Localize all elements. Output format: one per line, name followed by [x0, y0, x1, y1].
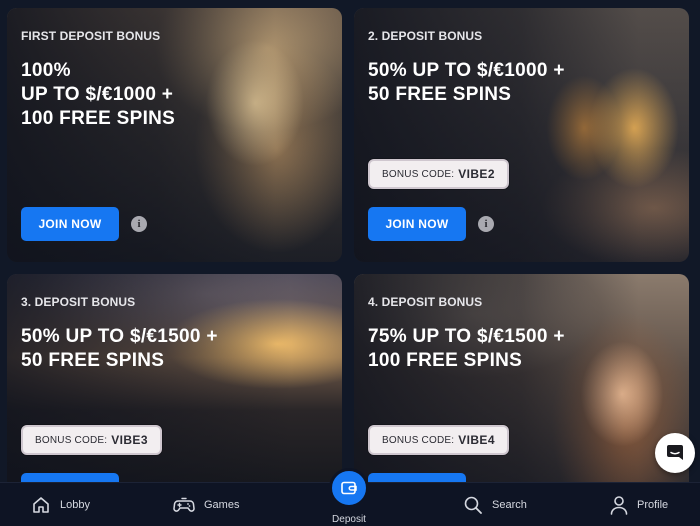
- info-icon[interactable]: i: [478, 216, 494, 232]
- bonus-card-label: 3. DEPOSIT BONUS: [21, 295, 136, 309]
- bonus-card-label: FIRST DEPOSIT BONUS: [21, 29, 161, 43]
- wallet-icon: [341, 481, 357, 495]
- nav-label: Profile: [637, 499, 669, 511]
- bonus-code-label: BONUS CODE:: [382, 434, 455, 446]
- search-icon: [464, 496, 482, 514]
- nav-label: Deposit: [332, 514, 366, 525]
- headline-line: 50 FREE SPINS: [21, 350, 165, 371]
- nav-item-lobby[interactable]: Lobby: [31, 483, 90, 526]
- chat-icon: [667, 445, 683, 460]
- bonus-code-label: BONUS CODE:: [35, 434, 108, 446]
- home-icon: [33, 497, 49, 513]
- headline-line: 50% UP TO $/€1000 +: [368, 60, 565, 81]
- bonus-card-headline: 75% UP TO $/€1500 + 100 FREE SPINS: [368, 325, 565, 373]
- bonus-code-pill[interactable]: BONUS CODE: VIBE2: [368, 159, 509, 189]
- headline-line: 50 FREE SPINS: [368, 84, 512, 105]
- bonus-code-pill[interactable]: BONUS CODE: VIBE4: [368, 425, 509, 455]
- nav-item-profile[interactable]: Profile: [610, 483, 668, 526]
- bonus-card-fourth-deposit: 4. DEPOSIT BONUS 75% UP TO $/€1500 + 100…: [354, 274, 689, 494]
- headline-line: 100%: [21, 60, 71, 81]
- bonus-card-headline: 50% UP TO $/€1000 + 50 FREE SPINS: [368, 59, 565, 107]
- gamepad-icon: [173, 497, 195, 512]
- headline-line: 100 FREE SPINS: [21, 108, 176, 129]
- bonus-card-third-deposit: 3. DEPOSIT BONUS 50% UP TO $/€1500 + 50 …: [7, 274, 342, 494]
- bonus-code-pill[interactable]: BONUS CODE: VIBE3: [21, 425, 162, 455]
- bonus-code-value: VIBE4: [458, 433, 495, 447]
- nav-item-games[interactable]: Games: [173, 483, 239, 526]
- chat-button[interactable]: [655, 433, 695, 473]
- bonus-code-value: VIBE3: [111, 433, 148, 447]
- deposit-button[interactable]: [329, 468, 369, 508]
- nav-item-search[interactable]: Search: [463, 483, 527, 526]
- nav-label: Games: [204, 499, 240, 511]
- bonus-card-headline: 50% UP TO $/€1500 + 50 FREE SPINS: [21, 325, 218, 373]
- headline-line: UP TO $/€1000 +: [21, 84, 174, 105]
- nav-label: Search: [492, 499, 527, 511]
- user-icon: [610, 496, 628, 515]
- nav-label: Lobby: [60, 499, 90, 511]
- bonus-card-first-deposit: FIRST DEPOSIT BONUS 100% UP TO $/€1000 +…: [7, 8, 342, 262]
- nav-item-deposit[interactable]: Deposit: [327, 468, 371, 525]
- bonus-card-label: 4. DEPOSIT BONUS: [368, 295, 483, 309]
- bonus-card-label: 2. DEPOSIT BONUS: [368, 29, 483, 43]
- info-icon[interactable]: i: [131, 216, 147, 232]
- headline-line: 75% UP TO $/€1500 +: [368, 326, 565, 347]
- bonus-card-second-deposit: 2. DEPOSIT BONUS 50% UP TO $/€1000 + 50 …: [354, 8, 689, 262]
- bonus-code-label: BONUS CODE:: [382, 168, 455, 180]
- headline-line: 100 FREE SPINS: [368, 350, 523, 371]
- promotions-page: FIRST DEPOSIT BONUS 100% UP TO $/€1000 +…: [0, 0, 700, 526]
- join-now-button[interactable]: JOIN NOW: [368, 207, 466, 241]
- bonus-code-value: VIBE2: [458, 167, 495, 181]
- headline-line: 50% UP TO $/€1500 +: [21, 326, 218, 347]
- join-now-button[interactable]: JOIN NOW: [21, 207, 119, 241]
- bonus-card-headline: 100% UP TO $/€1000 + 100 FREE SPINS: [21, 59, 175, 131]
